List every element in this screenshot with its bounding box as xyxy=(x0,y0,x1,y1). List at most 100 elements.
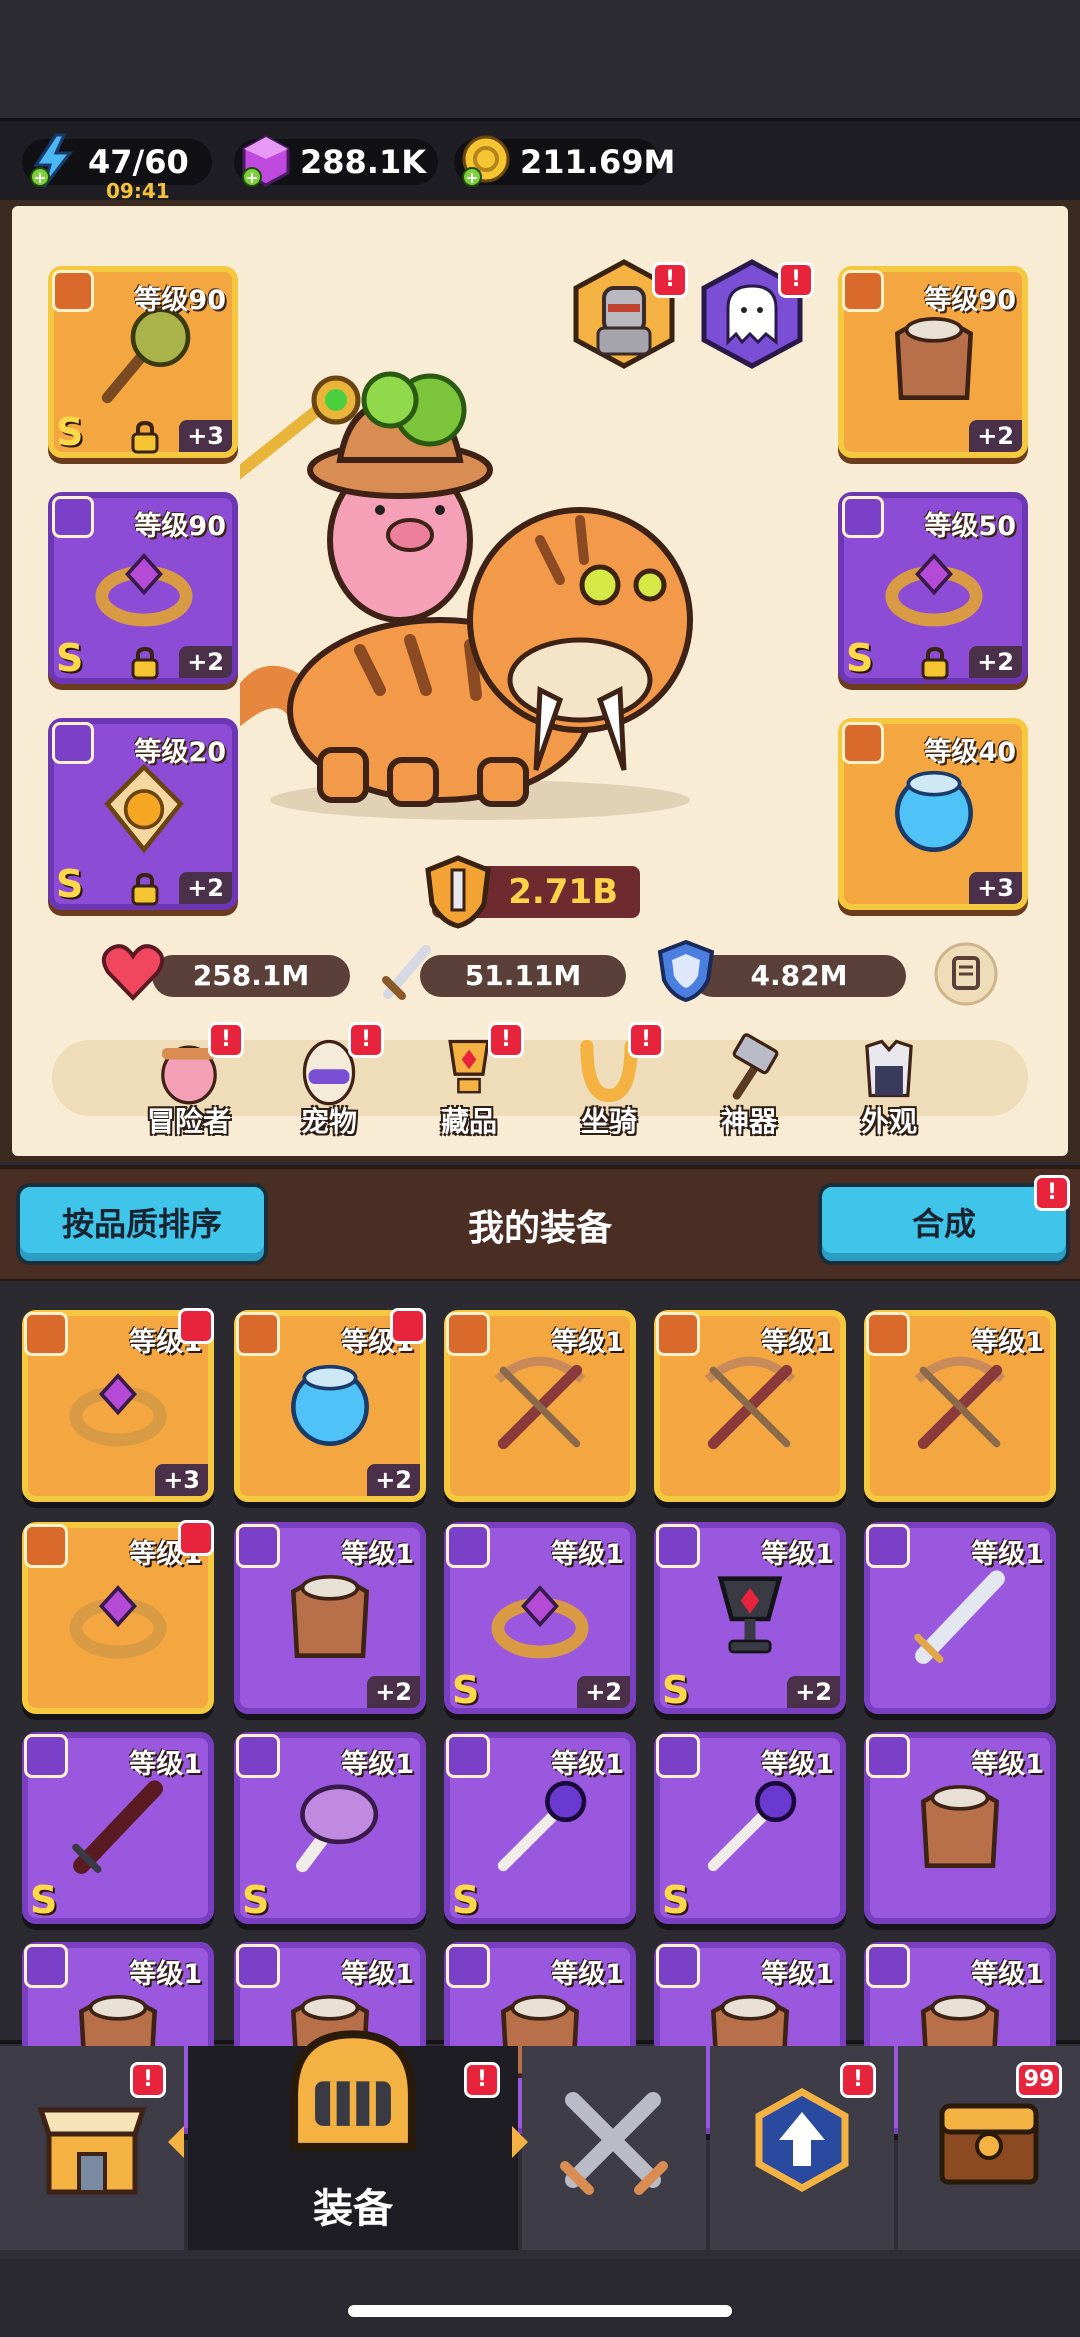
enhance-level: +2 xyxy=(577,1676,630,1708)
attack-stat: 51.11M xyxy=(420,955,626,997)
bottom-tab-upgrade[interactable]: ! xyxy=(710,2046,894,2250)
equipment-card[interactable]: 等级50 +2 S xyxy=(838,492,1028,684)
alert-badge: 99 xyxy=(1016,2062,1062,2098)
item-grade: S xyxy=(56,636,84,680)
merge-button[interactable]: 合成 xyxy=(818,1183,1070,1265)
power-shield-icon xyxy=(425,855,491,929)
item-level: 等级1 xyxy=(551,1327,624,1358)
hero-nav-adventurer[interactable]: 冒险者! xyxy=(134,1022,244,1140)
bottom-tab-shop[interactable]: ! xyxy=(0,2046,184,2250)
amulet-icon xyxy=(104,763,184,854)
ring-icon xyxy=(95,553,193,627)
sort-by-quality-button[interactable]: 按品质排序 xyxy=(16,1183,268,1265)
equipment-card[interactable]: 等级1 S xyxy=(444,1732,636,1924)
slot-type-icon xyxy=(446,1312,490,1356)
enhance-level: +3 xyxy=(179,420,232,452)
equipment-card[interactable]: 等级1 +2 xyxy=(234,1308,426,1502)
item-level: 等级50 xyxy=(924,511,1016,542)
hero-nav-label: 坐骑 xyxy=(580,1105,637,1138)
slot-type-icon xyxy=(656,1312,700,1356)
lock-icon xyxy=(921,646,949,680)
slot-type-icon xyxy=(236,1944,280,1988)
equipment-card[interactable]: 等级90 +3 S xyxy=(48,266,238,458)
right-arrow-icon[interactable] xyxy=(506,2122,534,2162)
equipment-card[interactable]: 等级1 +2 S xyxy=(444,1522,636,1714)
slot-type-icon xyxy=(24,1524,68,1568)
enhance-level: +2 xyxy=(969,646,1022,678)
equipment-card[interactable]: 等级1 xyxy=(864,1732,1056,1924)
equipment-card[interactable]: 等级1 xyxy=(864,1522,1056,1714)
ring-icon xyxy=(69,1373,167,1447)
item-level: 等级1 xyxy=(129,1749,202,1780)
armor-icon xyxy=(290,1575,370,1658)
hero-nav-label: 藏品 xyxy=(440,1105,497,1138)
slot-type-icon xyxy=(236,1524,280,1568)
svg-text:+: + xyxy=(33,168,46,187)
alert-badge: ! xyxy=(840,2062,876,2098)
ring-icon xyxy=(491,1585,589,1659)
equipment-card[interactable]: 等级1 xyxy=(864,1310,1056,1502)
stats-detail-icon[interactable] xyxy=(934,942,998,1006)
slot-type-icon xyxy=(656,1944,700,1988)
item-level: 等级1 xyxy=(341,1539,414,1570)
left-arrow-icon[interactable] xyxy=(162,2122,190,2162)
item-level: 等级1 xyxy=(551,1959,624,1990)
ring-icon xyxy=(885,553,983,627)
bottom-tab-crossed-swords[interactable] xyxy=(522,2046,706,2250)
defense-stat: 4.82M xyxy=(692,955,906,997)
slot-type-icon xyxy=(866,1312,910,1356)
item-grade: S xyxy=(56,410,84,454)
equipment-card[interactable]: 等级1 S xyxy=(22,1732,214,1924)
hero-nav-trophy[interactable]: 藏品! xyxy=(414,1022,524,1140)
equipment-card[interactable]: 等级1 S xyxy=(654,1732,846,1924)
bottom-tab-helmet[interactable]: 装备! xyxy=(188,2030,518,2250)
hero-nav-label: 神器 xyxy=(720,1105,777,1138)
lightning-icon: + xyxy=(30,133,74,188)
hero-nav-outfit[interactable]: 外观 xyxy=(834,1030,944,1140)
equipment-card[interactable]: 等级1 xyxy=(444,1310,636,1502)
sword-icon xyxy=(914,1570,1005,1664)
equipment-card[interactable]: 等级1 +2 S xyxy=(654,1522,846,1714)
equipment-card[interactable]: 等级20 +2 S xyxy=(48,718,238,910)
equipment-title: 我的装备 xyxy=(467,1208,612,1249)
gold-value: 211.69M xyxy=(520,143,676,181)
gem-counter[interactable]: + 288.1K xyxy=(234,135,438,187)
equipment-card[interactable]: 等级90 +2 xyxy=(838,266,1028,458)
equipment-card[interactable]: 等级90 +2 S xyxy=(48,492,238,684)
hp-value: 258.1M xyxy=(192,959,310,992)
equipment-card[interactable]: 等级1 +2 xyxy=(234,1522,426,1714)
home-indicator[interactable] xyxy=(348,2305,732,2317)
item-level: 等级1 xyxy=(551,1749,624,1780)
enhance-level: +2 xyxy=(367,1676,420,1708)
gold-counter[interactable]: + 211.69M xyxy=(454,135,675,187)
merge-alert-badge: ! xyxy=(1034,1175,1070,1211)
item-grade: S xyxy=(452,1878,480,1922)
hero-character[interactable] xyxy=(240,360,700,820)
item-level: 等级1 xyxy=(551,1539,624,1570)
slot-type-icon xyxy=(24,1734,68,1778)
alert-badge: ! xyxy=(208,1022,244,1058)
item-level: 等级1 xyxy=(341,1749,414,1780)
armor-icon xyxy=(920,1785,1000,1868)
equipment-card[interactable]: 等级1 xyxy=(654,1310,846,1502)
item-level: 等级20 xyxy=(134,737,226,768)
lock-icon xyxy=(131,872,159,906)
attack-value: 51.11M xyxy=(464,959,582,992)
knight-alert-badge: ! xyxy=(652,262,688,298)
svg-text:+: + xyxy=(465,168,478,187)
hero-nav-hammer[interactable]: 神器 xyxy=(694,1030,804,1140)
bone-staff-icon xyxy=(497,1780,587,1872)
item-level: 等级90 xyxy=(134,511,226,542)
hero-nav-horseshoe[interactable]: 坐骑! xyxy=(554,1022,664,1140)
alert-badge: ! xyxy=(488,1022,524,1058)
goblet-icon xyxy=(717,1576,783,1654)
equipment-card[interactable]: 等级1 S xyxy=(234,1732,426,1924)
bottom-tab-treasure-chest[interactable]: 99 xyxy=(898,2046,1080,2250)
slot-type-icon xyxy=(656,1524,700,1568)
item-level: 等级1 xyxy=(129,1959,202,1990)
equipment-card[interactable]: 等级40 +3 xyxy=(838,718,1028,910)
hero-nav-pet-egg[interactable]: 宠物! xyxy=(274,1022,384,1140)
alert-badge: ! xyxy=(464,2062,500,2098)
equipment-card[interactable]: 等级1 +3 xyxy=(22,1308,214,1502)
equipment-card[interactable]: 等级1 xyxy=(22,1520,214,1714)
